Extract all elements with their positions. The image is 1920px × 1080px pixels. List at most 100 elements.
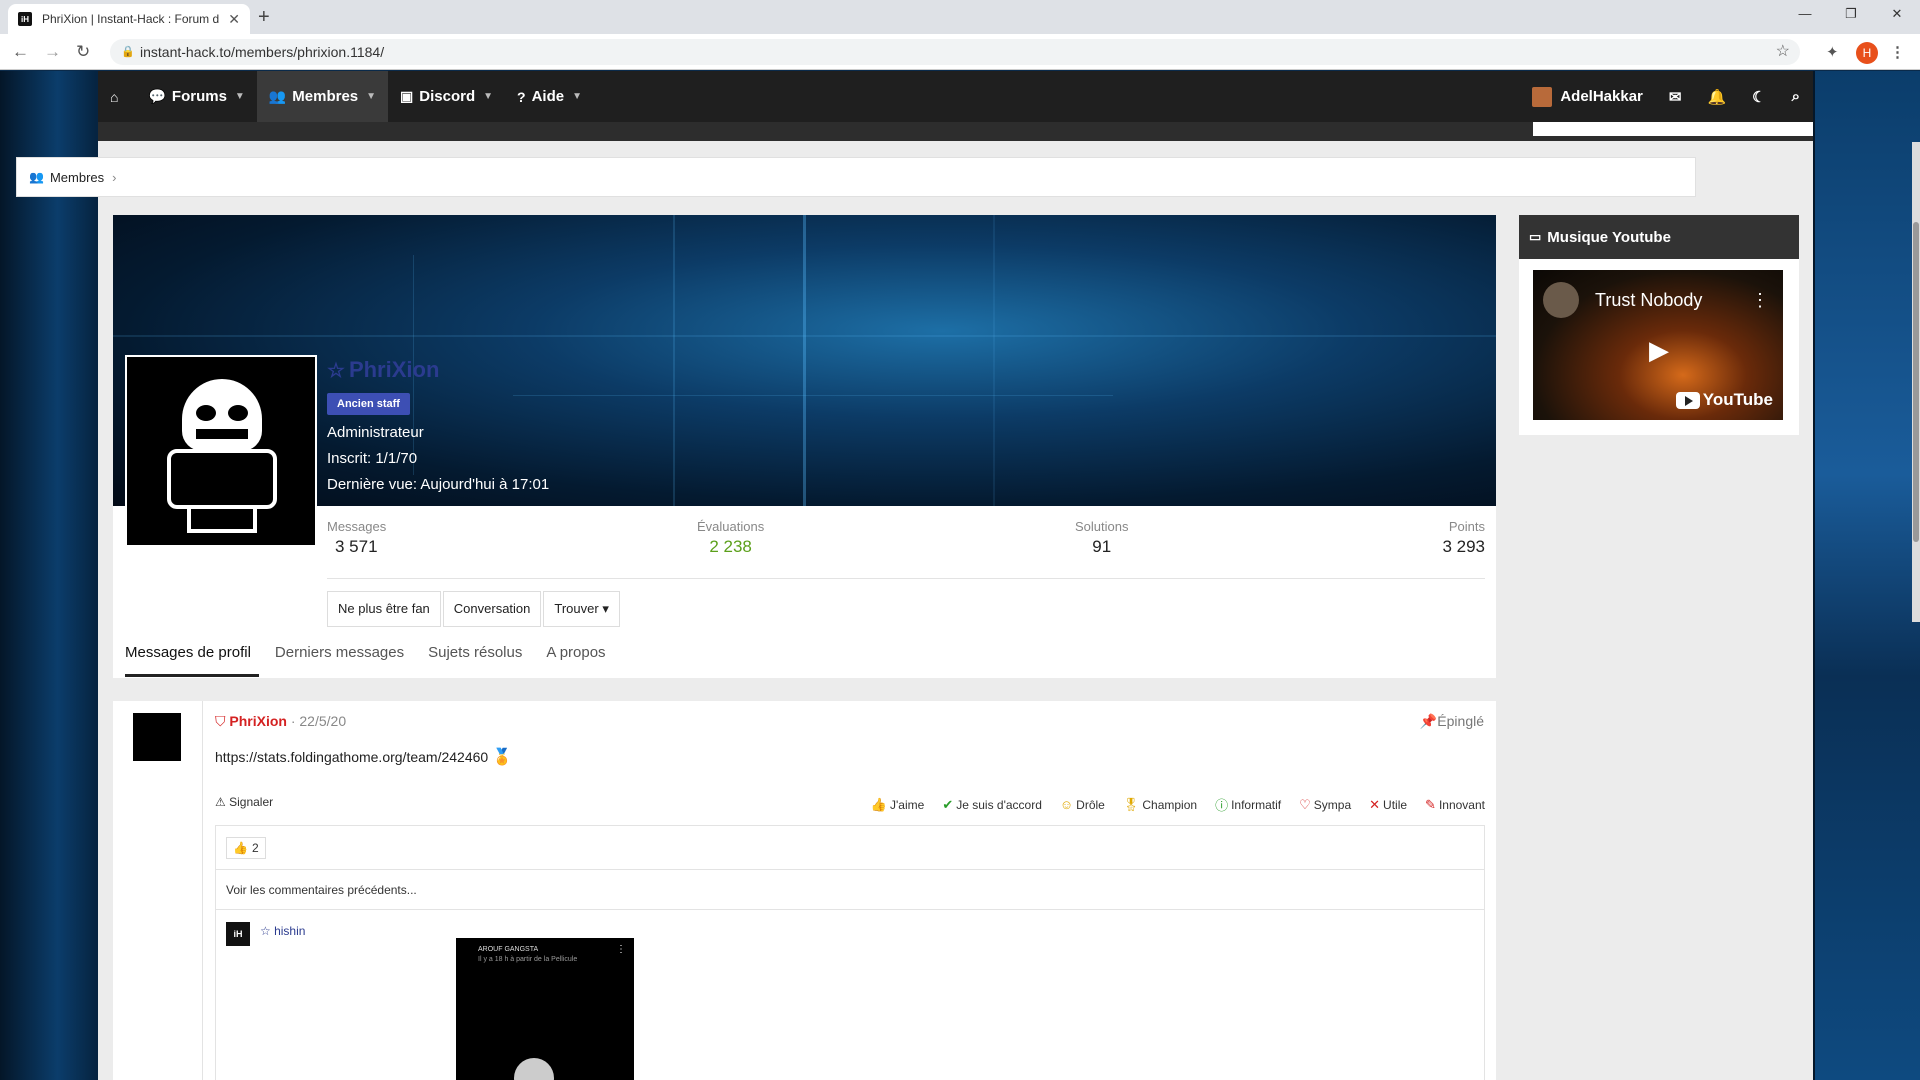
stat-points[interactable]: Points 3 293 xyxy=(1442,519,1485,557)
report-link[interactable]: ⚠ Signaler xyxy=(215,795,273,809)
nav-membres[interactable]: 👥 Membres ▼ xyxy=(256,71,389,122)
video-play-icon[interactable] xyxy=(514,1058,554,1080)
previous-comments-link[interactable]: Voir les commentaires précédents... xyxy=(216,870,1484,910)
breadcrumb-membres[interactable]: Membres xyxy=(50,170,104,185)
page-scrollbar[interactable] xyxy=(1912,142,1920,622)
nav-forums-label: Forums xyxy=(171,88,227,105)
video-title[interactable]: Trust Nobody xyxy=(1595,290,1702,311)
search-icon[interactable]: ⌕ xyxy=(1779,88,1813,105)
find-button[interactable]: Trouver ▾ xyxy=(543,591,620,627)
minimize-button[interactable]: — xyxy=(1782,0,1828,28)
account-menu[interactable]: AdelHakkar xyxy=(1519,86,1656,107)
reaction-innovative[interactable]: ✎ Innovant xyxy=(1425,795,1485,814)
new-tab-button[interactable]: + xyxy=(258,6,270,29)
comments-section: 👍 2 Voir les commentaires précédents... i… xyxy=(215,825,1485,1080)
nav-forums[interactable]: 💬 Forums ▼ xyxy=(136,71,256,122)
commenter-avatar[interactable]: iH xyxy=(226,922,250,946)
users-icon: 👥 xyxy=(268,88,287,104)
browser-tab[interactable]: iH PhriXion | Instant-Hack : Forum d ✕ xyxy=(8,4,250,34)
close-window-button[interactable]: ✕ xyxy=(1874,0,1920,28)
home-nav[interactable]: ⌂ xyxy=(98,71,136,122)
profile-stats: Messages 3 571 Évaluations 2 238 Solutions… xyxy=(327,519,1485,579)
profile-role: Administrateur xyxy=(327,424,424,441)
profile-last-seen: Dernière vue: Aujourd'hui à 17:01 xyxy=(327,476,550,493)
stat-evaluations[interactable]: Évaluations 2 238 xyxy=(697,519,764,557)
post-author-avatar[interactable] xyxy=(133,713,181,761)
scrollbar-thumb[interactable] xyxy=(1913,222,1919,542)
more-options-icon[interactable]: ⋮ xyxy=(1751,290,1769,311)
nav-aide-label: Aide xyxy=(531,88,565,105)
play-icon[interactable]: ▶ xyxy=(1639,330,1679,370)
maximize-button[interactable]: ❐ xyxy=(1828,0,1874,28)
channel-avatar[interactable] xyxy=(1543,282,1579,318)
tab-latest-messages[interactable]: Derniers messages xyxy=(275,628,404,677)
smile-icon: ☺ xyxy=(1059,797,1074,812)
menu-dots-icon[interactable]: ⋮ xyxy=(1890,43,1905,61)
profile-avatar[interactable]: H xyxy=(1856,42,1878,64)
chevron-right-icon: › xyxy=(112,169,117,185)
close-tab-icon[interactable]: ✕ xyxy=(228,11,240,28)
forward-icon[interactable]: → xyxy=(44,42,61,62)
comment-video[interactable]: AROUF GANGSTA Il y a 18 h à partir de la… xyxy=(456,938,634,1080)
pinned-label: 📌Épinglé xyxy=(1419,713,1484,729)
tab-about[interactable]: A propos xyxy=(546,628,605,677)
youtube-logo[interactable]: YouTube xyxy=(1675,390,1773,410)
post-link[interactable]: https://stats.foldingathome.org/team/242… xyxy=(215,749,488,765)
search-input[interactable] xyxy=(1533,122,1813,136)
commenter-name[interactable]: ☆ hishin xyxy=(260,924,305,938)
nav-membres-label: Membres xyxy=(292,88,359,105)
profile-buttons: Ne plus être fan Conversation Trouver ▾ xyxy=(327,591,622,627)
thumbs-up-icon: 👍 xyxy=(233,840,248,855)
video-menu-icon[interactable]: ⋮ xyxy=(616,944,626,955)
comments-icon: 💬 xyxy=(148,88,166,104)
stat-messages[interactable]: Messages 3 571 xyxy=(327,519,386,557)
profile-post: ⛉ PhriXion · 22/5/20 📌Épinglé https://st… xyxy=(113,701,1496,1080)
youtube-embed[interactable]: Trust Nobody ⋮ ▶ YouTube xyxy=(1533,270,1783,420)
conversation-button[interactable]: Conversation xyxy=(442,591,542,627)
info-icon: ⓘ xyxy=(1215,798,1229,813)
tab-title: PhriXion | Instant-Hack : Forum d xyxy=(42,12,220,26)
widget-title: Musique Youtube xyxy=(1547,228,1671,246)
profile-name[interactable]: ☆ PhriXion xyxy=(327,357,439,383)
reaction-agree[interactable]: ✔ Je suis d'accord xyxy=(942,795,1042,814)
chevron-down-icon[interactable]: ▼ xyxy=(235,91,245,102)
chevron-down-icon[interactable]: ▼ xyxy=(366,91,376,102)
bookmark-star-icon[interactable]: ☆ xyxy=(1776,39,1790,65)
tab-solved-topics[interactable]: Sujets résolus xyxy=(428,628,522,677)
stat-solutions[interactable]: Solutions 91 xyxy=(1075,519,1128,557)
post-date[interactable]: · 22/5/20 xyxy=(291,713,346,729)
reaction-informative[interactable]: ⓘ Informatif xyxy=(1215,795,1281,814)
nav-aide[interactable]: ? Aide ▼ xyxy=(505,71,594,122)
user-avatar xyxy=(1531,86,1552,107)
url-text: instant-hack.to/members/phrixion.1184/ xyxy=(140,44,385,60)
back-icon[interactable]: ← xyxy=(12,42,29,62)
reload-icon[interactable]: ↻ xyxy=(76,42,90,62)
reaction-bar: 👍 J'aime ✔ Je suis d'accord ☺ Drôle 🎖 Champi… xyxy=(853,795,1485,814)
staff-badge: Ancien staff xyxy=(327,393,410,415)
username: AdelHakkar xyxy=(1560,87,1643,105)
video-subtitle: Il y a 18 h à partir de la Pellicule xyxy=(478,956,578,963)
video-icon: ▭ xyxy=(1529,229,1542,244)
address-bar: ← → ↻ 🔒 instant-hack.to/members/phrixion… xyxy=(0,34,1920,70)
nav-discord[interactable]: ▣ Discord ▼ xyxy=(388,71,505,122)
reaction-like[interactable]: 👍 J'aime xyxy=(871,795,925,814)
reaction-funny[interactable]: ☺ Drôle xyxy=(1060,795,1105,814)
reaction-nice[interactable]: ♡ Sympa xyxy=(1299,795,1351,814)
inbox-icon[interactable]: ✉ xyxy=(1656,88,1695,106)
profile-banner xyxy=(113,215,1496,506)
profile-avatar-image[interactable] xyxy=(125,355,317,547)
like-count-button[interactable]: 👍 2 xyxy=(226,836,266,859)
url-field[interactable]: 🔒 instant-hack.to/members/phrixion.1184/… xyxy=(110,39,1800,65)
extensions-icon[interactable]: ✦ xyxy=(1826,43,1839,61)
reaction-useful[interactable]: ✕ Utile xyxy=(1369,795,1407,814)
tab-profile-messages[interactable]: Messages de profil xyxy=(125,628,259,677)
bell-icon[interactable]: 🔔 xyxy=(1694,88,1739,106)
post-author[interactable]: PhriXion xyxy=(229,713,287,729)
post-actions: ⚠ Signaler 👍 J'aime ✔ Je suis d'accord ☺ Dr… xyxy=(215,795,1485,815)
chevron-down-icon[interactable]: ▼ xyxy=(572,91,582,102)
moon-icon[interactable]: ☾ xyxy=(1739,88,1778,106)
unfollow-button[interactable]: Ne plus être fan xyxy=(327,591,441,627)
reaction-champion[interactable]: 🎖 Champion xyxy=(1123,795,1197,814)
profile-joined: Inscrit: 1/1/70 xyxy=(327,450,418,467)
chevron-down-icon[interactable]: ▼ xyxy=(483,91,493,102)
